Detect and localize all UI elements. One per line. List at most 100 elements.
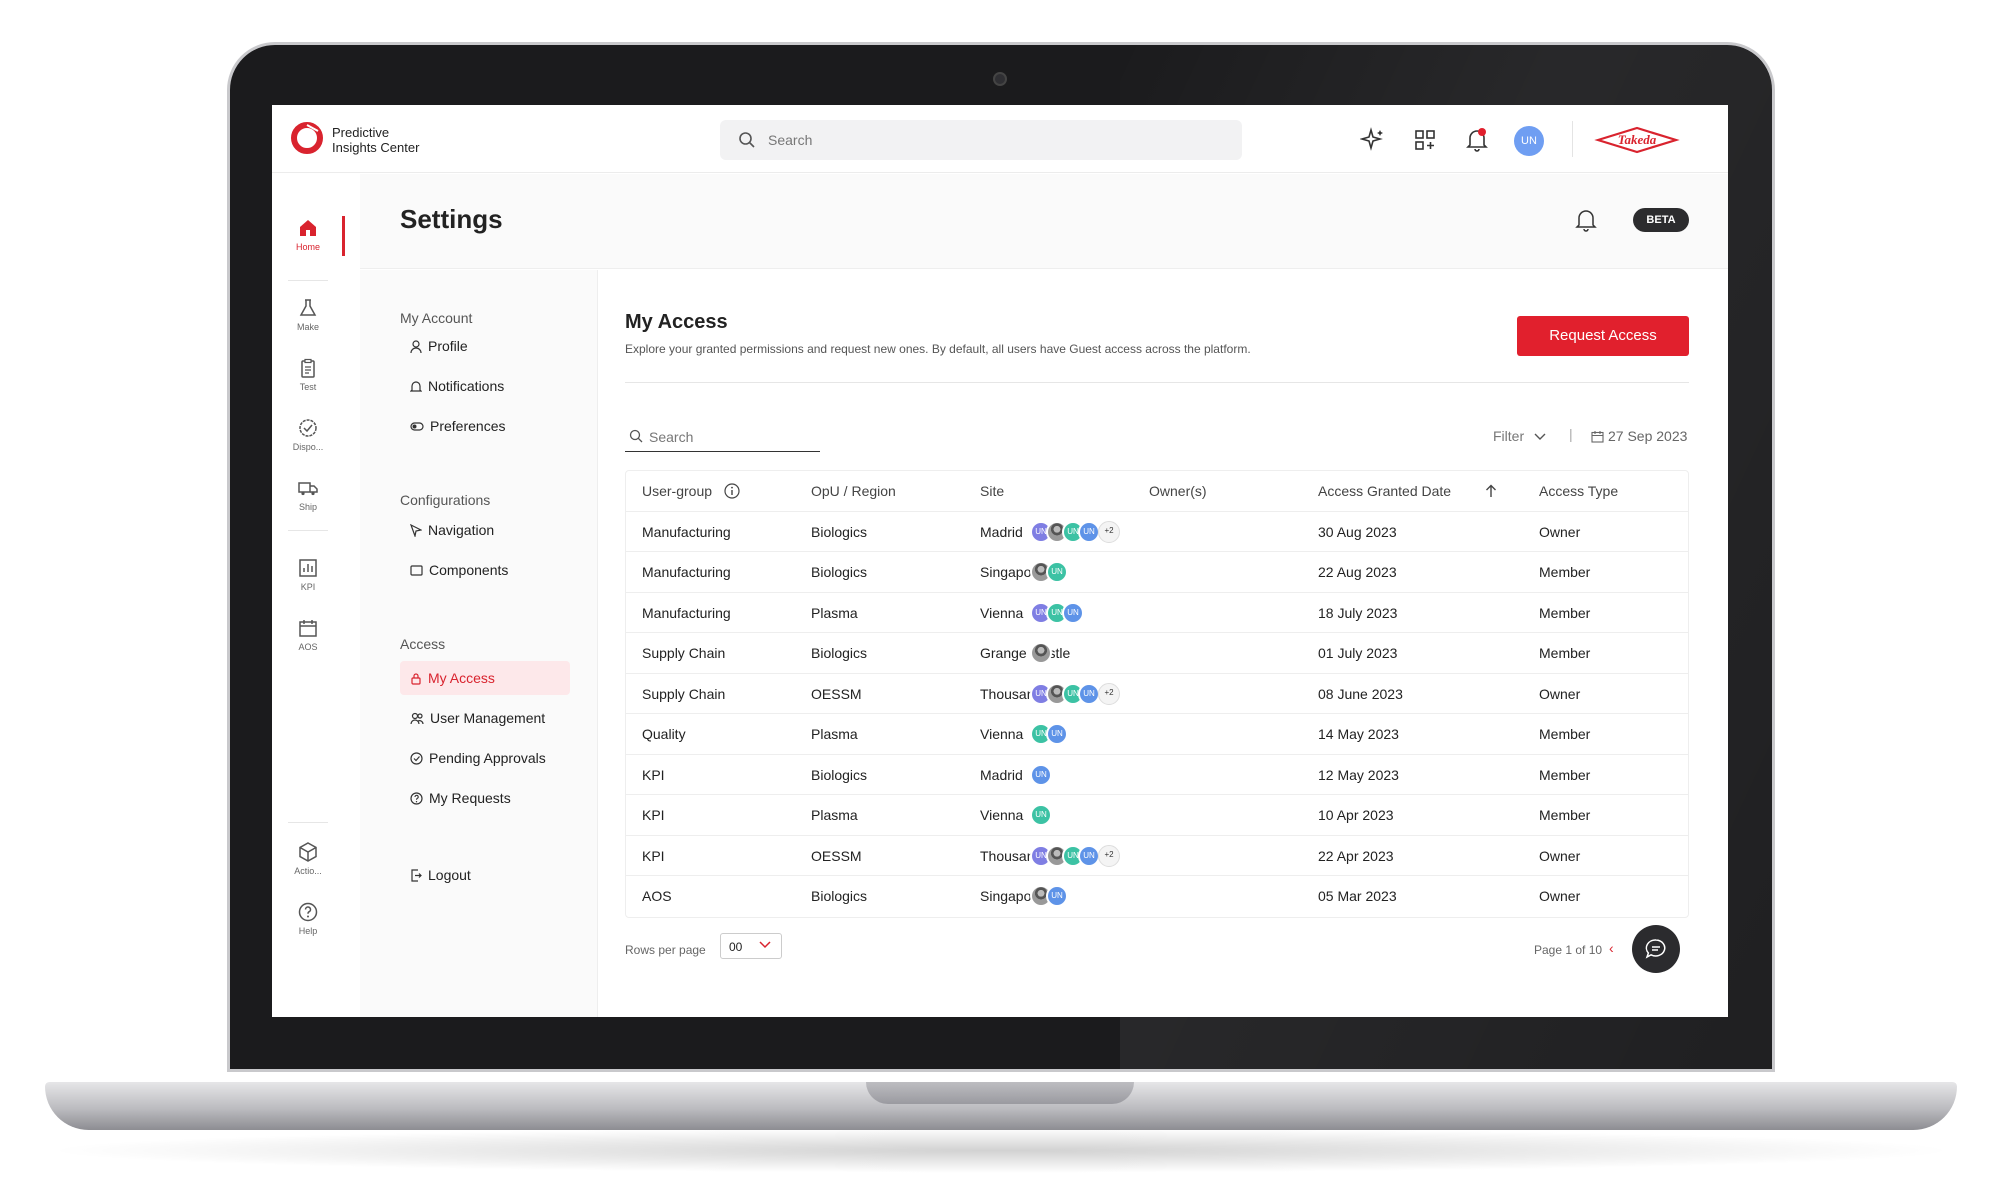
table-row[interactable]: Manufacturing Biologics Madrid 30 Aug 2023 O… xyxy=(626,512,1688,552)
owner-photo-avatar xyxy=(1030,642,1052,664)
nav-item-my-access[interactable]: My Access xyxy=(400,661,570,695)
owner-avatar: UN xyxy=(1078,682,1100,705)
prev-page-chevron-icon[interactable]: ‹ xyxy=(1609,940,1614,956)
rail-item-disposition[interactable]: Dispo... xyxy=(272,418,344,452)
cube-icon xyxy=(299,842,317,862)
cell-site: Vienna xyxy=(980,807,1024,823)
rail-divider xyxy=(288,530,328,531)
table-row[interactable]: KPI Plasma Vienna 10 Apr 2023 Member UN xyxy=(626,795,1688,836)
rail-item-ship[interactable]: Ship xyxy=(272,478,344,512)
nav-item-profile[interactable]: Profile xyxy=(400,329,570,363)
header-site[interactable]: Site xyxy=(980,483,1004,499)
cell-date: 14 May 2023 xyxy=(1318,726,1399,742)
notifications-bell-icon[interactable] xyxy=(1464,127,1490,153)
rail-item-kpi[interactable]: KPI xyxy=(272,558,344,592)
owners-more-badge: +2 xyxy=(1098,520,1120,543)
section-divider xyxy=(625,382,1689,383)
nav-item-notifications[interactable]: Notifications xyxy=(400,369,570,403)
table-search-input[interactable]: Search xyxy=(625,422,820,452)
bell-icon[interactable] xyxy=(1575,208,1597,232)
table-row[interactable]: KPIOESSMThousand Oaks22 Apr 2023OwnerUNU… xyxy=(626,836,1688,876)
owner-avatar: UN xyxy=(1046,561,1068,583)
app-screen: Predictive Insights Center Search UN Tak… xyxy=(272,105,1728,1017)
table-row[interactable]: Manufacturing Biologics Singapore 22 Aug 20… xyxy=(626,552,1688,593)
table-row[interactable]: Supply Chain Biologics Grange Castle 01 Jul… xyxy=(626,633,1688,674)
info-icon[interactable] xyxy=(724,483,740,499)
date-label: 27 Sep 2023 xyxy=(1608,428,1688,444)
rail-item-test[interactable]: Test xyxy=(272,358,344,392)
cell-group: Manufacturing xyxy=(642,523,731,540)
rail-label: KPI xyxy=(300,582,316,592)
filter-dropdown[interactable]: Filter xyxy=(1493,428,1546,444)
chat-bubble-icon xyxy=(1645,939,1666,959)
nav-item-label: My Access xyxy=(428,670,495,686)
cell-group: KPI xyxy=(642,766,665,783)
sparkle-icon[interactable] xyxy=(1360,127,1386,153)
window-icon xyxy=(410,565,423,576)
search-placeholder: Search xyxy=(768,132,813,148)
rail-divider xyxy=(288,822,328,823)
cell-site: Vienna xyxy=(980,604,1024,621)
nav-item-preferences[interactable]: Preferences xyxy=(400,409,570,443)
rail-item-aos[interactable]: AOS xyxy=(272,618,344,652)
nav-item-my-requests[interactable]: My Requests xyxy=(400,781,570,815)
nav-item-pending-approvals[interactable]: Pending Approvals xyxy=(400,741,570,775)
top-bar: Predictive Insights Center Search UN Tak… xyxy=(272,105,1728,173)
pic-logo-icon[interactable] xyxy=(290,121,324,155)
beta-badge: BETA xyxy=(1633,208,1689,232)
cell-opu: Biologics xyxy=(811,523,868,540)
page-title: Settings xyxy=(400,204,503,234)
calendar-icon xyxy=(299,620,317,637)
owner-avatar: UN xyxy=(1046,723,1068,745)
chat-button[interactable] xyxy=(1632,925,1680,973)
rail-item-actions[interactable]: Actio... xyxy=(272,842,344,876)
header-owners[interactable]: Owner(s) xyxy=(1149,483,1207,499)
rail-item-make[interactable]: Make xyxy=(272,298,344,332)
user-avatar[interactable]: UN xyxy=(1514,126,1544,156)
owners-more-badge: +2 xyxy=(1098,844,1120,867)
search-icon xyxy=(629,429,643,443)
cell-group: Manufacturing xyxy=(642,604,731,621)
check-badge-icon xyxy=(299,419,317,437)
chevron-down-icon xyxy=(759,941,771,949)
nav-item-label: Notifications xyxy=(428,378,505,394)
sort-arrow-up-icon[interactable] xyxy=(1485,484,1497,498)
laptop-shadow xyxy=(40,1128,1962,1173)
header-access-type[interactable]: Access Type xyxy=(1539,483,1618,499)
app-rail: Home Make Test Dispo... Ship KPI AOS Act… xyxy=(272,174,360,1017)
toggle-icon xyxy=(410,422,424,431)
owner-avatar: UN xyxy=(1078,520,1100,543)
request-access-button[interactable]: Request Access xyxy=(1517,316,1689,356)
rail-item-help[interactable]: Help xyxy=(272,902,344,936)
header-user-group[interactable]: User-group xyxy=(642,483,740,499)
table-row[interactable]: KPI Biologics Madrid 12 May 2023 Member UN xyxy=(626,755,1688,795)
rail-item-home[interactable]: Home xyxy=(272,218,344,252)
cell-opu: OESSM xyxy=(811,847,862,864)
global-search-input[interactable]: Search xyxy=(720,120,1242,160)
cell-type: Owner xyxy=(1539,523,1581,540)
nav-item-user-management[interactable]: User Management xyxy=(400,701,570,735)
table-row[interactable]: Quality Plasma Vienna 14 May 2023 Member UN UN xyxy=(626,714,1688,755)
date-picker[interactable]: 27 Sep 2023 xyxy=(1591,428,1687,444)
cell-site: Grange Castle xyxy=(980,645,1071,661)
header-access-granted-date[interactable]: Access Granted Date xyxy=(1318,483,1497,499)
nav-item-navigation[interactable]: Navigation xyxy=(400,513,570,547)
owner-avatar: UN xyxy=(1030,763,1052,786)
brand-line-1: Predictive xyxy=(332,125,390,140)
table-row[interactable]: AOS Biologics Singapore 05 Mar 2023 Owner UN xyxy=(626,876,1688,917)
nav-item-label: Logout xyxy=(428,867,471,883)
search-icon xyxy=(739,132,755,148)
logout-button[interactable]: Logout xyxy=(400,858,570,892)
nav-item-components[interactable]: Components xyxy=(400,553,570,587)
table-row[interactable]: Supply ChainOESSMThousand Oaks08 June 20… xyxy=(626,674,1688,714)
header-opu-region[interactable]: OpU / Region xyxy=(811,483,896,499)
owner-avatar: UN xyxy=(1078,844,1100,867)
rows-per-page-select[interactable]: 00 xyxy=(720,933,782,959)
table-row[interactable]: Manufacturing Plasma Vienna 18 July 2023 Mem… xyxy=(626,593,1688,633)
nav-item-label: Profile xyxy=(428,338,468,354)
bell-icon xyxy=(409,381,423,392)
cell-type: Owner xyxy=(1539,847,1581,864)
rail-label: Home xyxy=(295,242,320,252)
apps-grid-icon[interactable] xyxy=(1412,127,1438,153)
search-placeholder: Search xyxy=(649,429,694,445)
